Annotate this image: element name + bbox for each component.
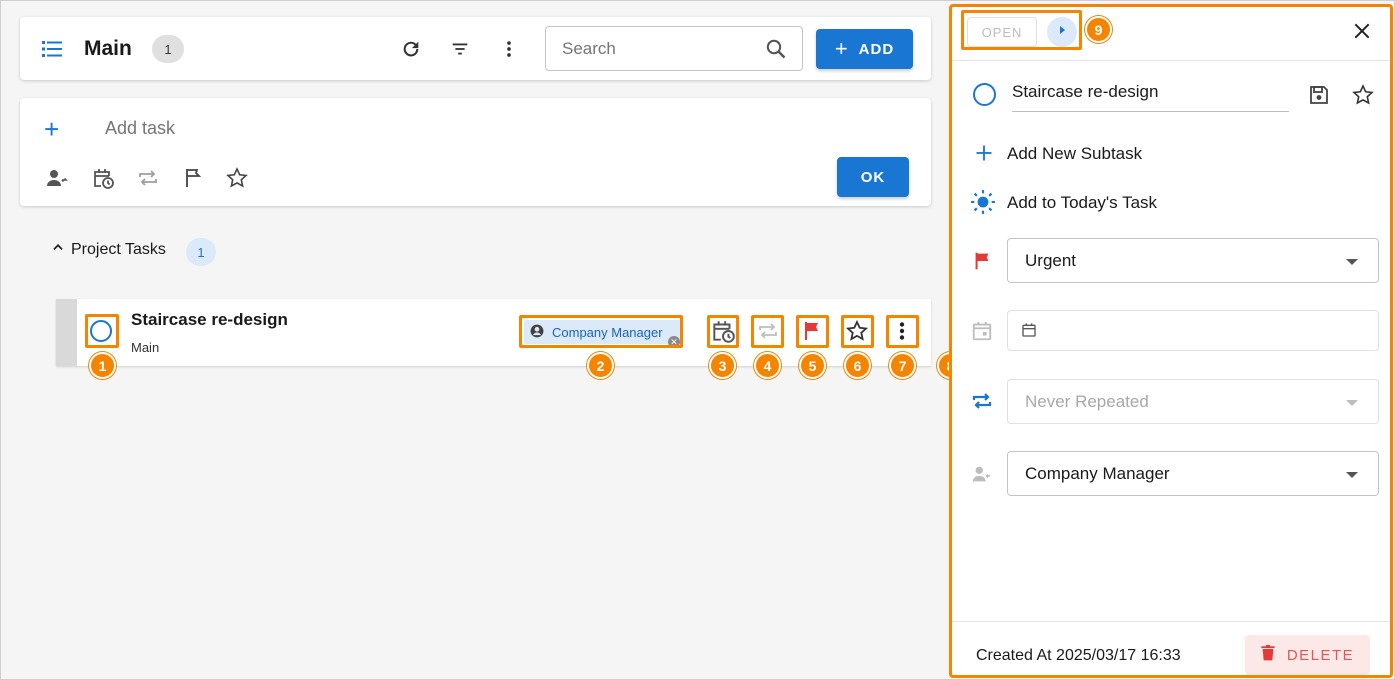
- plus-icon: +: [44, 114, 60, 144]
- flag-icon[interactable]: [181, 166, 205, 190]
- annotation-marker: 1: [89, 352, 116, 379]
- annotation-marker: 5: [799, 352, 826, 379]
- highlight-box: [519, 315, 683, 348]
- close-icon: [1352, 21, 1372, 46]
- calendar-clock-icon[interactable]: [91, 166, 115, 190]
- highlight-box: [85, 314, 119, 348]
- close-button[interactable]: [1350, 21, 1374, 45]
- section-toggle[interactable]: Project Tasks: [51, 240, 166, 259]
- search-icon[interactable]: [764, 37, 788, 61]
- priority-value: Urgent: [1025, 251, 1077, 270]
- trash-icon: [1261, 645, 1275, 665]
- list-icon[interactable]: [40, 37, 64, 61]
- assignee-select[interactable]: Company Manager: [1007, 451, 1379, 496]
- task-title-value: Staircase re-design: [1012, 82, 1159, 101]
- dropdown-arrow-icon: [1346, 259, 1358, 265]
- dropdown-arrow-icon: [1346, 400, 1358, 406]
- assign-user-icon[interactable]: [45, 166, 69, 190]
- panel-footer: Created At 2025/03/17 16:33 DELETE: [952, 621, 1390, 675]
- task-title: Staircase re-design: [131, 310, 288, 329]
- star-icon[interactable]: [225, 166, 249, 190]
- save-icon[interactable]: [1306, 82, 1332, 108]
- page-title: Main: [84, 37, 132, 60]
- repeat-icon: [969, 388, 995, 414]
- task-title-field[interactable]: Staircase re-design: [1012, 82, 1289, 112]
- complete-checkbox[interactable]: [973, 83, 996, 106]
- highlight-box: [751, 315, 784, 348]
- top-toolbar: Main 1 + ADD: [20, 17, 931, 80]
- annotation-marker: 7: [889, 352, 916, 379]
- annotation-marker: 9: [1085, 16, 1112, 43]
- section-count-badge: 1: [186, 238, 216, 266]
- drag-handle[interactable]: [56, 299, 77, 366]
- highlight-box: [886, 315, 919, 348]
- add-task-card: + Add task OK: [20, 98, 931, 206]
- search-input[interactable]: [562, 37, 752, 61]
- repeat-value: Never Repeated: [1025, 392, 1149, 411]
- assignee-value: Company Manager: [1025, 464, 1170, 483]
- annotation-marker: 4: [754, 352, 781, 379]
- chevron-up-icon: [51, 240, 65, 259]
- highlight-box: [796, 315, 829, 348]
- priority-flag-icon: [970, 248, 996, 274]
- add-subtask-link[interactable]: Add New Subtask: [1007, 144, 1142, 164]
- task-detail-panel: OPEN Staircase re-design Add New Subtask…: [949, 4, 1393, 678]
- delete-button-label: DELETE: [1286, 646, 1355, 664]
- repeat-select[interactable]: Never Repeated: [1007, 379, 1379, 424]
- star-icon[interactable]: [1350, 82, 1376, 108]
- event-icon: [969, 318, 995, 344]
- more-vert-icon[interactable]: [497, 37, 521, 61]
- search-field[interactable]: [545, 26, 803, 71]
- annotation-marker: 2: [587, 352, 614, 379]
- add-to-today-link[interactable]: Add to Today's Task: [1007, 193, 1157, 213]
- assign-user-icon: [969, 461, 995, 487]
- sun-icon: [970, 189, 996, 215]
- ok-button[interactable]: OK: [837, 157, 909, 197]
- annotation-marker: 3: [709, 352, 736, 379]
- dropdown-arrow-icon: [1346, 472, 1358, 478]
- filter-icon[interactable]: [448, 37, 472, 61]
- add-button[interactable]: + ADD: [816, 29, 913, 69]
- task-list-name: Main: [131, 340, 160, 355]
- repeat-icon[interactable]: [136, 166, 160, 190]
- delete-button[interactable]: DELETE: [1245, 635, 1370, 675]
- priority-select[interactable]: Urgent: [1007, 238, 1379, 283]
- add-task-input[interactable]: Add task: [105, 118, 175, 139]
- highlight-box: [707, 315, 739, 348]
- refresh-icon[interactable]: [399, 37, 423, 61]
- plus-icon: +: [834, 36, 849, 61]
- highlight-box: [961, 10, 1082, 50]
- created-at-text: Created At 2025/03/17 16:33: [976, 647, 1181, 664]
- annotation-marker: 6: [844, 352, 871, 379]
- calendar-icon[interactable]: [1021, 322, 1037, 343]
- due-date-field[interactable]: [1007, 310, 1379, 351]
- highlight-box: [841, 315, 874, 348]
- section-title: Project Tasks: [71, 240, 166, 258]
- app-frame: Main 1 + ADD + Add task: [0, 0, 1395, 680]
- plus-icon: [971, 140, 997, 166]
- add-button-label: ADD: [858, 40, 895, 58]
- task-count-badge: 1: [152, 35, 184, 63]
